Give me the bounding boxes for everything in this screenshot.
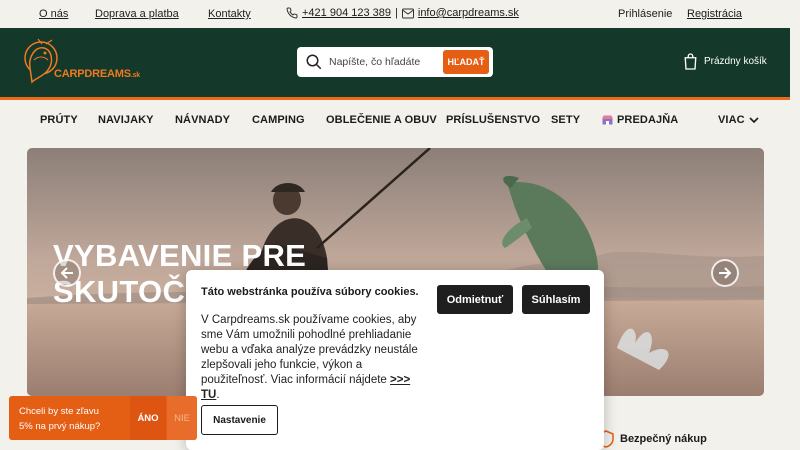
nav-item-more[interactable]: VIAC — [718, 114, 759, 126]
cookie-settings-button[interactable]: Nastavenie — [201, 405, 278, 435]
carp-logo-icon — [24, 38, 58, 84]
cookie-text: V Carpdreams.sk používame cookies, aby s… — [201, 313, 421, 403]
search-button[interactable]: HĽADAŤ — [443, 50, 489, 74]
nav-item-reels[interactable]: NAVIJAKY — [98, 114, 154, 126]
search-icon[interactable] — [305, 53, 323, 71]
nav-item-clothing[interactable]: OBLEČENIE A OBUV — [326, 114, 437, 126]
nav-item-more-label: VIAC — [718, 114, 745, 126]
logo-suffix: .sk — [130, 72, 140, 79]
register-link[interactable]: Registrácia — [687, 8, 742, 20]
search-bar: HĽADAŤ — [297, 47, 493, 77]
cookie-decline-button[interactable]: Odmietnuť — [437, 285, 513, 314]
cookie-text-body: V Carpdreams.sk používame cookies, aby s… — [201, 314, 418, 386]
top-bar: O nás Doprava a platba Kontakty +421 904… — [0, 0, 800, 28]
login-link[interactable]: Prihlásenie — [618, 8, 672, 20]
discount-yes-button[interactable]: ÁNO — [130, 396, 166, 440]
contact-info: +421 904 123 389 | info@carpdreams.sk — [286, 7, 519, 19]
scrollbar[interactable] — [790, 0, 800, 450]
nav-item-accessories[interactable]: PRÍSLUŠENSTVO — [446, 114, 540, 126]
hero-title-line1: VYBAVENIE PRE — [53, 238, 307, 273]
logo-text: CARPDREAMS — [54, 68, 131, 80]
hero-prev-arrow[interactable] — [53, 259, 81, 287]
nav-item-camping[interactable]: CAMPING — [252, 114, 305, 126]
discount-text-line2: 5% na prvý nákup? — [19, 421, 101, 432]
nav-item-store-label: PREDAJŇA — [617, 114, 679, 126]
cookie-title: Táto webstránka používa súbory cookies. — [201, 286, 419, 298]
discount-popup: Chceli by ste zľavu 5% na prvý nákup? ÁN… — [9, 396, 197, 440]
main-nav: PRÚTY NAVIJAKY NÁVNADY CAMPING OBLEČENIE… — [0, 100, 790, 140]
mail-icon — [401, 8, 414, 18]
usp-safe-shopping-label: Bezpečný nákup — [620, 433, 707, 445]
site-logo[interactable] — [24, 38, 134, 90]
search-input[interactable] — [329, 53, 439, 71]
phone-icon — [286, 7, 298, 19]
cart-label: Prázdny košík — [704, 56, 767, 67]
email-link[interactable]: info@carpdreams.sk — [418, 7, 519, 19]
shipping-payment-link[interactable]: Doprava a platba — [95, 8, 179, 20]
cart[interactable]: Prázdny košík — [683, 53, 767, 70]
discount-text-line1: Chceli by ste zľavu — [19, 406, 99, 417]
nav-item-baits[interactable]: NÁVNADY — [175, 114, 230, 126]
hero-next-arrow[interactable] — [711, 259, 739, 287]
cookie-dialog: Táto webstránka používa súbory cookies. … — [186, 270, 604, 450]
phone-number[interactable]: +421 904 123 389 — [302, 7, 391, 19]
contact-separator: | — [395, 7, 398, 19]
about-link[interactable]: O nás — [39, 8, 68, 20]
nav-item-rods[interactable]: PRÚTY — [40, 114, 78, 126]
nav-item-sets[interactable]: SETY — [551, 114, 580, 126]
chevron-down-icon — [749, 116, 759, 123]
nav-item-store[interactable]: PREDAJŇA — [602, 114, 678, 126]
cookie-text-end: . — [216, 389, 220, 401]
store-icon — [602, 115, 613, 125]
discount-no-button[interactable]: NIE — [167, 396, 197, 440]
arrow-left-icon — [60, 267, 73, 279]
discount-text: Chceli by ste zľavu 5% na prvý nákup? — [19, 404, 119, 434]
arrow-right-icon — [719, 267, 732, 279]
logo-wordmark[interactable]: CARPDREAMS.sk — [54, 68, 140, 80]
usp-safe-shopping: Bezpečný nákup — [598, 430, 707, 448]
cookie-accept-button[interactable]: Súhlasím — [522, 285, 590, 314]
contacts-link[interactable]: Kontakty — [208, 8, 251, 20]
shopping-bag-icon — [684, 53, 697, 70]
